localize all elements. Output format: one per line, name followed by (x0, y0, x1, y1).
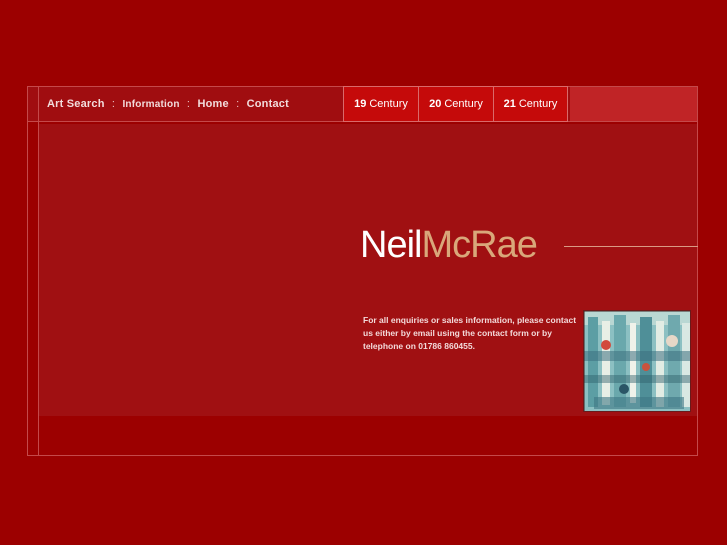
primary-nav: Art Search : Information : Home : Contac… (47, 98, 289, 112)
tab-21-century[interactable]: 21 Century (493, 86, 568, 122)
nav-home[interactable]: Home (197, 98, 228, 110)
century-tabs: 19 Century 20 Century 21 Century (343, 86, 568, 122)
tab-number: 21 (503, 98, 516, 110)
brand-first-name: Neil (360, 224, 422, 266)
nav-information[interactable]: Information (122, 99, 179, 110)
brand-logo: NeilMcRae (360, 224, 538, 267)
tab-number: 19 (354, 98, 367, 110)
tab-label: Century (369, 98, 408, 110)
tab-19-century[interactable]: 19 Century (343, 86, 418, 122)
painting-thumbnail-icon[interactable] (583, 310, 691, 412)
tab-label: Century (444, 98, 483, 110)
brand-last-name: McRae (421, 224, 537, 266)
left-strip (27, 86, 39, 456)
brand-divider-line (564, 246, 698, 247)
tab-20-century[interactable]: 20 Century (418, 86, 493, 122)
tab-label: Century (518, 98, 558, 110)
tab-number: 20 (429, 98, 442, 110)
nav-separator: : (186, 98, 191, 110)
nav-art-search[interactable]: Art Search (47, 98, 105, 110)
nav-contact[interactable]: Contact (247, 98, 289, 110)
enquiry-text: For all enquiries or sales information, … (363, 315, 577, 351)
nav-separator: : (111, 98, 116, 110)
nav-separator: : (236, 98, 240, 110)
